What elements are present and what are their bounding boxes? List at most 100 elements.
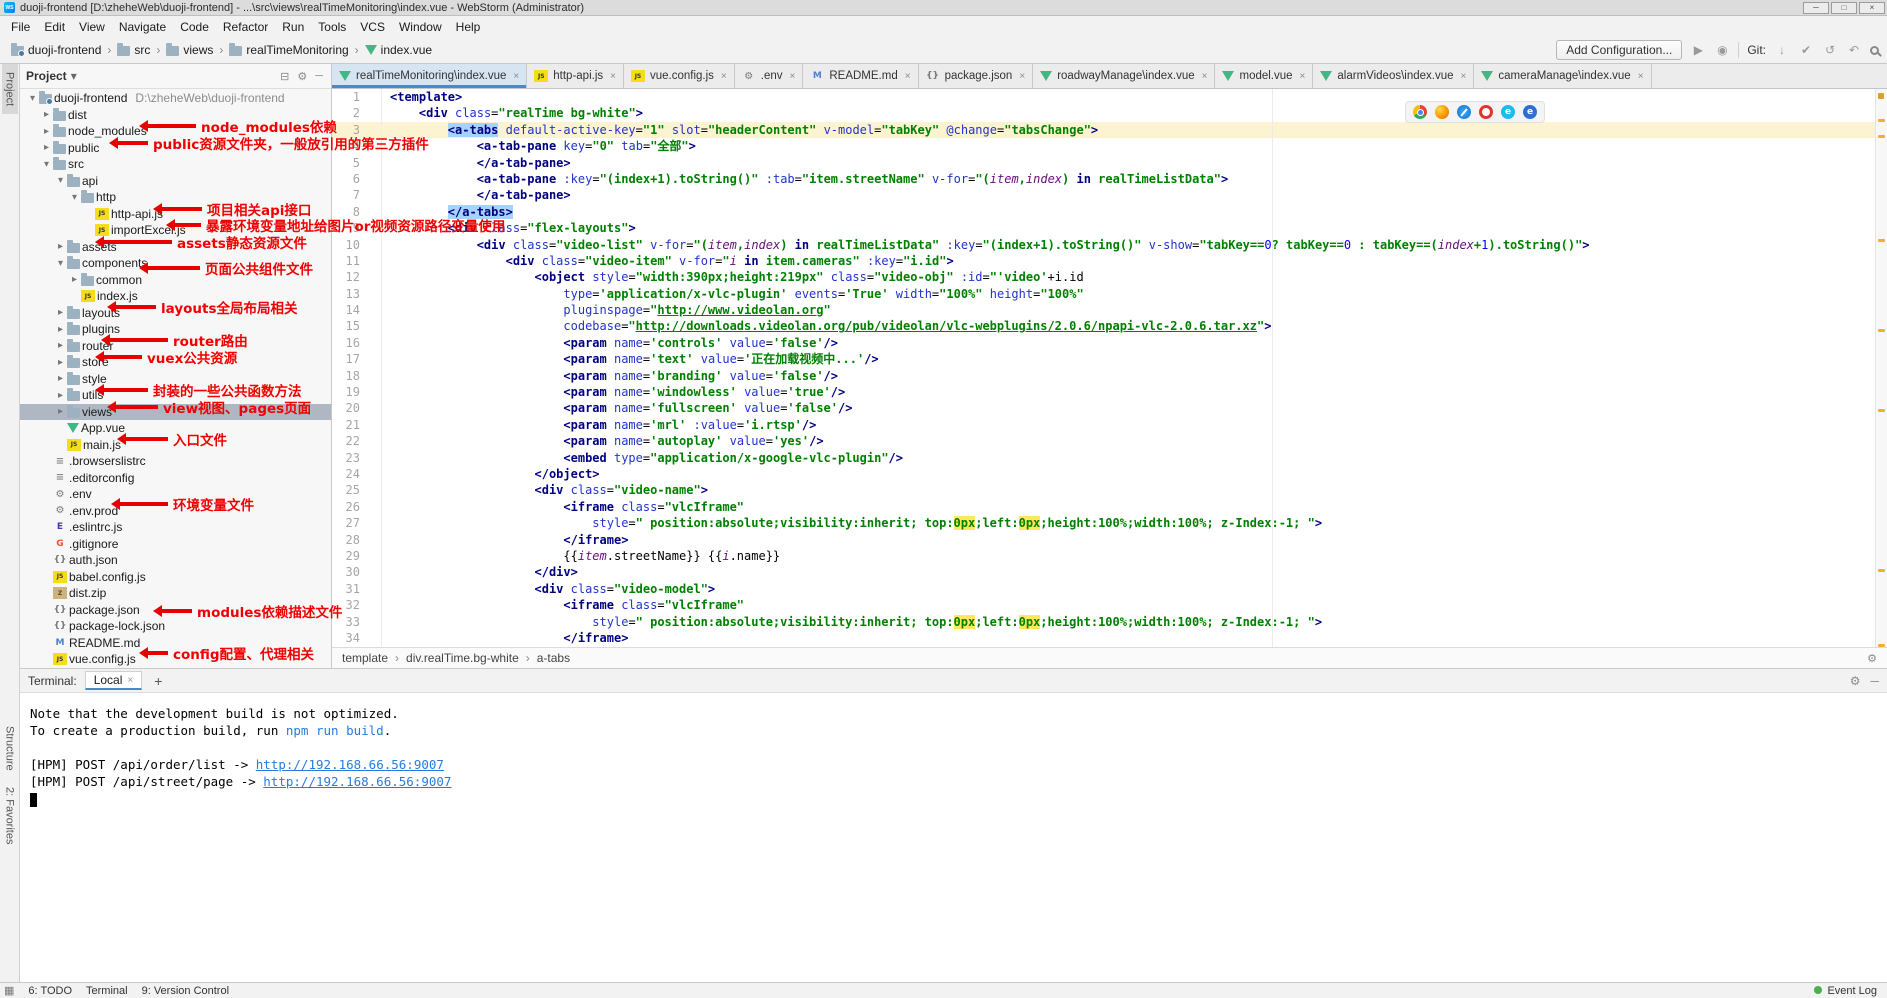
statusbar-event-log[interactable]: Event Log <box>1814 985 1877 997</box>
tree-item-auth.json[interactable]: auth.json <box>20 552 331 569</box>
add-configuration-button[interactable]: Add Configuration... <box>1556 40 1682 60</box>
editor-tab[interactable]: package.json× <box>919 64 1034 88</box>
fold-gutter[interactable] <box>372 269 382 285</box>
code-line[interactable]: 7 </a-tab-pane> <box>332 187 1887 203</box>
editor-breadcrumb-item[interactable]: template <box>340 651 390 665</box>
fold-gutter[interactable] <box>372 384 382 400</box>
fold-gutter[interactable] <box>372 548 382 564</box>
menu-item-help[interactable]: Help <box>449 18 488 36</box>
fold-gutter[interactable] <box>372 187 382 203</box>
statusbar-terminal[interactable]: Terminal <box>86 985 128 997</box>
toolwindow-favorites-button[interactable]: 2: Favorites <box>2 779 18 852</box>
fold-gutter[interactable] <box>372 335 382 351</box>
code-line[interactable]: 17 <param name='text' value='正在加载视频中...'… <box>332 351 1887 367</box>
menu-item-edit[interactable]: Edit <box>37 18 72 36</box>
fold-gutter[interactable] <box>372 351 382 367</box>
tree-item-.gitignore[interactable]: .gitignore <box>20 536 331 553</box>
fold-gutter[interactable] <box>372 253 382 269</box>
code-line[interactable]: 22 <param name='autoplay' value='yes'/> <box>332 433 1887 449</box>
chevron-down-icon[interactable] <box>71 69 77 83</box>
history-icon[interactable] <box>1822 43 1838 57</box>
code-line[interactable]: 19 <param name='windowless' value='true'… <box>332 384 1887 400</box>
terminal-link[interactable]: http://192.168.66.56:9007 <box>263 774 451 789</box>
breadcrumb-gear-icon[interactable] <box>1865 652 1879 665</box>
code-line[interactable]: 16 <param name='controls' value='false'/… <box>332 335 1887 351</box>
editor-tab[interactable]: .env× <box>735 64 804 88</box>
tree-item-dist[interactable]: ▸dist <box>20 107 331 124</box>
tree-item-common[interactable]: ▸common <box>20 272 331 289</box>
tree-item-router[interactable]: ▸router <box>20 338 331 355</box>
fold-gutter[interactable] <box>372 368 382 384</box>
gear-icon[interactable] <box>295 70 309 83</box>
fold-gutter[interactable] <box>372 220 382 236</box>
code-line[interactable]: 28 </iframe> <box>332 532 1887 548</box>
rollback-icon[interactable] <box>1846 43 1862 57</box>
editor-tab[interactable]: model.vue× <box>1215 64 1313 88</box>
editor-tab[interactable]: http-api.js× <box>527 64 624 88</box>
edge-browser-icon[interactable] <box>1523 105 1537 119</box>
statusbar-6-todo[interactable]: 6: TODO <box>28 985 72 997</box>
tree-item-src[interactable]: ▾src <box>20 156 331 173</box>
code-line[interactable]: 32 <iframe class="vlcIframe" <box>332 597 1887 613</box>
tree-item-dist.zip[interactable]: dist.zip <box>20 585 331 602</box>
breadcrumb-item[interactable]: duoji-frontend <box>8 42 104 58</box>
close-tab-icon[interactable]: × <box>1019 71 1025 82</box>
fold-gutter[interactable] <box>372 204 382 220</box>
tree-item-App.vue[interactable]: App.vue <box>20 420 331 437</box>
hide-panel-icon[interactable] <box>313 70 325 82</box>
terminal-output[interactable]: Note that the development build is not o… <box>20 693 1887 982</box>
fold-gutter[interactable] <box>372 171 382 187</box>
tree-item-http-api.js[interactable]: http-api.js <box>20 206 331 223</box>
code-line[interactable]: 20 <param name='fullscreen' value='false… <box>332 400 1887 416</box>
code-line[interactable]: 31 <div class="video-model"> <box>332 581 1887 597</box>
close-tab-icon[interactable]: × <box>1461 71 1467 82</box>
fold-gutter[interactable] <box>372 499 382 515</box>
tree-item-views[interactable]: ▸views <box>20 404 331 421</box>
toolwindow-project-button[interactable]: Project <box>2 64 18 114</box>
code-line[interactable]: 14 pluginspage="http://www.videolan.org" <box>332 302 1887 318</box>
tree-item-.editorconfig[interactable]: .editorconfig <box>20 470 331 487</box>
fold-gutter[interactable] <box>372 89 382 105</box>
code-line[interactable]: 8 </a-tabs> <box>332 204 1887 220</box>
editor-tab[interactable]: realTimeMonitoring\index.vue× <box>332 64 527 88</box>
close-tab-icon[interactable]: × <box>513 71 519 82</box>
close-icon[interactable]: × <box>127 675 133 686</box>
code-line[interactable]: 3 <a-tabs default-active-key="1" slot="h… <box>332 122 1887 138</box>
code-editor[interactable]: 1<template>2 <div class="realTime bg-whi… <box>332 89 1887 647</box>
tree-item-style[interactable]: ▸style <box>20 371 331 388</box>
fold-gutter[interactable] <box>372 302 382 318</box>
close-tab-icon[interactable]: × <box>790 71 796 82</box>
code-line[interactable]: 25 <div class="video-name"> <box>332 482 1887 498</box>
terminal-settings-icon[interactable] <box>1850 674 1861 688</box>
fold-gutter[interactable] <box>372 433 382 449</box>
code-line[interactable]: 29 {{item.streetName}} {{i.name}} <box>332 548 1887 564</box>
fold-gutter[interactable] <box>372 237 382 253</box>
tree-item-package-lock.json[interactable]: package-lock.json <box>20 618 331 635</box>
tree-item-components[interactable]: ▾components <box>20 255 331 272</box>
code-line[interactable]: 26 <iframe class="vlcIframe" <box>332 499 1887 515</box>
tree-item-index.js[interactable]: index.js <box>20 288 331 305</box>
code-line[interactable]: 30 </div> <box>332 564 1887 580</box>
close-tab-icon[interactable]: × <box>1202 71 1208 82</box>
tree-item-vue.config.js[interactable]: vue.config.js <box>20 651 331 668</box>
code-line[interactable]: 21 <param name='mrl' :value='i.rtsp'/> <box>332 417 1887 433</box>
breadcrumb-item[interactable]: realTimeMonitoring <box>226 42 351 58</box>
firefox-browser-icon[interactable] <box>1435 105 1449 119</box>
code-line[interactable]: 9 <div class="flex-layouts"> <box>332 220 1887 236</box>
code-line[interactable]: 1<template> <box>332 89 1887 105</box>
editor-tab[interactable]: vue.config.js× <box>624 64 735 88</box>
maximize-button[interactable] <box>1831 2 1857 14</box>
editor-tab[interactable]: alarmVideos\index.vue× <box>1313 64 1474 88</box>
collapse-all-icon[interactable] <box>278 70 291 83</box>
tree-item-importExcel.js[interactable]: importExcel.js <box>20 222 331 239</box>
tree-item-store[interactable]: ▸store <box>20 354 331 371</box>
close-tab-icon[interactable]: × <box>721 71 727 82</box>
tree-item-.browserslistrc[interactable]: .browserslistrc <box>20 453 331 470</box>
fold-gutter[interactable] <box>372 532 382 548</box>
tree-item-plugins[interactable]: ▸plugins <box>20 321 331 338</box>
close-tab-icon[interactable]: × <box>610 71 616 82</box>
fold-gutter[interactable] <box>372 564 382 580</box>
fold-gutter[interactable] <box>372 466 382 482</box>
editor-tab[interactable]: README.md× <box>803 64 918 88</box>
tree-item-layouts[interactable]: ▸layouts <box>20 305 331 322</box>
